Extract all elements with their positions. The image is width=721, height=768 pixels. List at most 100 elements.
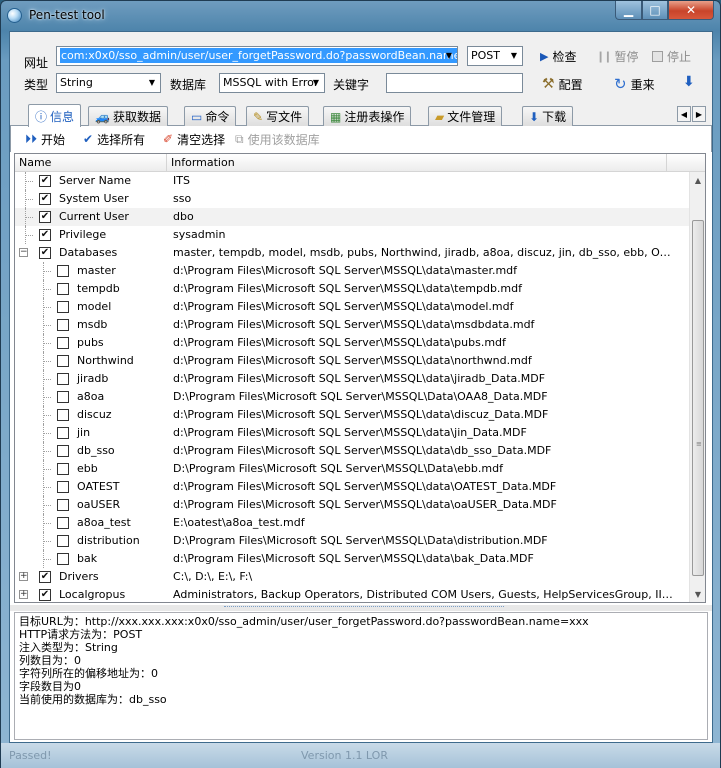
expand-icon[interactable]: + bbox=[19, 590, 28, 599]
table-row[interactable]: jiradb d:\Program Files\Microsoft SQL Ser… bbox=[15, 370, 689, 388]
collapse-icon[interactable]: − bbox=[19, 248, 28, 257]
table-row[interactable]: + Localgropus Administrators, Backup Opera… bbox=[15, 586, 689, 602]
table-row[interactable]: distribution D:\Program Files\Microsoft S… bbox=[15, 532, 689, 550]
tab-scroll-left[interactable]: ◀ bbox=[677, 106, 691, 122]
tab-fetch-data[interactable]: 🚙 获取数据 bbox=[88, 106, 168, 126]
table-row[interactable]: bak d:\Program Files\Microsoft SQL Server… bbox=[15, 550, 689, 568]
close-button[interactable]: ✕ bbox=[668, 1, 714, 20]
redo-button[interactable]: ↻ 重来 bbox=[614, 74, 655, 94]
table-row[interactable]: Northwind d:\Program Files\Microsoft SQL … bbox=[15, 352, 689, 370]
row-checkbox[interactable] bbox=[57, 553, 69, 565]
row-checkbox[interactable] bbox=[39, 247, 51, 259]
splitter[interactable] bbox=[10, 605, 712, 611]
row-checkbox[interactable] bbox=[39, 229, 51, 241]
row-checkbox[interactable] bbox=[57, 355, 69, 367]
check-label: 检查 bbox=[552, 49, 577, 64]
select-all-button[interactable]: ✔ 选择所有 bbox=[83, 130, 145, 148]
vertical-scrollbar[interactable]: ▲ ≡ ▼ bbox=[689, 172, 705, 602]
table-row[interactable]: msdb d:\Program Files\Microsoft SQL Serve… bbox=[15, 316, 689, 334]
row-checkbox[interactable] bbox=[57, 265, 69, 277]
row-name: Current User bbox=[59, 210, 129, 223]
scroll-down-button[interactable]: ▼ bbox=[690, 586, 705, 602]
table-row[interactable]: Current User dbo bbox=[15, 208, 689, 226]
row-name: model bbox=[77, 300, 112, 313]
row-checkbox[interactable] bbox=[57, 427, 69, 439]
row-checkbox[interactable] bbox=[57, 535, 69, 547]
type-select[interactable]: String ▼ bbox=[56, 73, 161, 93]
table-row[interactable]: a8oa_test E:\oatest\a8oa_test.mdf bbox=[15, 514, 689, 532]
tab-file-manager[interactable]: ▰ 文件管理 bbox=[428, 106, 503, 126]
pause-icon: ❙❙ bbox=[596, 49, 613, 63]
check-button[interactable]: ▶ 检查 bbox=[540, 46, 576, 66]
url-input[interactable]: com:x0x0/sso_admin/user/user_forgetPassw… bbox=[56, 46, 458, 66]
row-checkbox[interactable] bbox=[57, 409, 69, 421]
row-checkbox[interactable] bbox=[39, 211, 51, 223]
table-row[interactable]: tempdb d:\Program Files\Microsoft SQL Ser… bbox=[15, 280, 689, 298]
row-checkbox[interactable] bbox=[57, 499, 69, 511]
table-row[interactable]: Privilege sysadmin bbox=[15, 226, 689, 244]
table-row[interactable]: db_sso d:\Program Files\Microsoft SQL Ser… bbox=[15, 442, 689, 460]
row-checkbox[interactable] bbox=[57, 373, 69, 385]
log-output[interactable]: 目标URL为：http://xxx.xxx.xxx:x0x0/sso_admin… bbox=[14, 612, 708, 740]
chevron-down-icon[interactable]: ▼ bbox=[144, 74, 160, 92]
chevron-down-icon[interactable]: ▼ bbox=[506, 47, 522, 65]
row-checkbox[interactable] bbox=[57, 391, 69, 403]
table-row[interactable]: OATEST d:\Program Files\Microsoft SQL Ser… bbox=[15, 478, 689, 496]
row-checkbox[interactable] bbox=[57, 283, 69, 295]
tab-download[interactable]: ⬇ 下载 bbox=[522, 106, 574, 126]
start-button[interactable]: ⏵⏵ 开始 bbox=[25, 130, 65, 148]
row-checkbox[interactable] bbox=[57, 463, 69, 475]
log-line: 字段数目为0 bbox=[19, 680, 81, 693]
table-row[interactable]: − Databases master, tempdb, model, msdb, p… bbox=[15, 244, 689, 262]
scroll-thumb[interactable]: ≡ bbox=[692, 220, 704, 576]
table-row[interactable]: ebb D:\Program Files\Microsoft SQL Server… bbox=[15, 460, 689, 478]
row-checkbox[interactable] bbox=[39, 175, 51, 187]
row-checkbox[interactable] bbox=[57, 319, 69, 331]
expand-icon[interactable]: + bbox=[19, 572, 28, 581]
row-checkbox[interactable] bbox=[39, 571, 51, 583]
tab-write-file[interactable]: ✎ 写文件 bbox=[246, 106, 310, 126]
row-checkbox[interactable] bbox=[39, 193, 51, 205]
tab-command[interactable]: ▭ 命令 bbox=[184, 106, 237, 126]
row-checkbox[interactable] bbox=[39, 589, 51, 601]
tab-registry[interactable]: ▦ 注册表操作 bbox=[323, 106, 412, 126]
minimize-button[interactable]: ▁ bbox=[615, 1, 642, 20]
stop-icon bbox=[652, 50, 663, 62]
pause-button[interactable]: ❙❙ 暂停 bbox=[596, 46, 638, 66]
tree-rows: Server Name ITS System User sso Current User… bbox=[15, 172, 689, 602]
table-row[interactable]: + Drivers C:\, D:\, E:\, F:\ bbox=[15, 568, 689, 586]
chevron-down-icon[interactable]: ▼ bbox=[308, 74, 324, 92]
type-label: 类型 bbox=[24, 78, 49, 92]
download-arrow-icon[interactable]: ⬇ bbox=[683, 74, 695, 90]
db-select[interactable]: MSSQL with Error ▼ bbox=[219, 73, 325, 93]
chevron-down-icon[interactable]: ▼ bbox=[441, 47, 457, 65]
row-checkbox[interactable] bbox=[57, 517, 69, 529]
table-row[interactable]: jin d:\Program Files\Microsoft SQL Server… bbox=[15, 424, 689, 442]
table-row[interactable]: pubs d:\Program Files\Microsoft SQL Serve… bbox=[15, 334, 689, 352]
table-row[interactable]: master d:\Program Files\Microsoft SQL Ser… bbox=[15, 262, 689, 280]
table-row[interactable]: oaUSER d:\Program Files\Microsoft SQL Ser… bbox=[15, 496, 689, 514]
tab-info[interactable]: ⓘ 信息 bbox=[28, 104, 82, 127]
table-row[interactable]: discuz d:\Program Files\Microsoft SQL Ser… bbox=[15, 406, 689, 424]
row-checkbox[interactable] bbox=[57, 481, 69, 493]
row-checkbox[interactable] bbox=[57, 301, 69, 313]
column-header-name[interactable]: Name bbox=[15, 154, 167, 171]
keyword-input[interactable] bbox=[386, 73, 523, 93]
table-row[interactable]: a8oa D:\Program Files\Microsoft SQL Serve… bbox=[15, 388, 689, 406]
method-select[interactable]: POST ▼ bbox=[467, 46, 523, 66]
maximize-button[interactable]: □ bbox=[642, 1, 668, 20]
table-row[interactable]: model d:\Program Files\Microsoft SQL Serv… bbox=[15, 298, 689, 316]
clear-selection-button[interactable]: ✐ 清空选择 bbox=[163, 130, 225, 148]
config-button[interactable]: ⚒ 配置 bbox=[542, 74, 583, 94]
title-bar[interactable]: Pen-test tool ▁ □ ✕ bbox=[1, 1, 720, 31]
use-database-button[interactable]: ⧉ 使用该数据库 bbox=[235, 130, 320, 148]
column-header-information[interactable]: Information bbox=[167, 154, 667, 171]
table-row[interactable]: System User sso bbox=[15, 190, 689, 208]
row-checkbox[interactable] bbox=[57, 337, 69, 349]
tab-scroll-right[interactable]: ▶ bbox=[692, 106, 706, 122]
row-checkbox[interactable] bbox=[57, 445, 69, 457]
stop-button[interactable]: 停止 bbox=[652, 46, 691, 66]
scroll-up-button[interactable]: ▲ bbox=[690, 172, 705, 188]
log-line: 注入类型为：String bbox=[19, 641, 118, 654]
table-row[interactable]: Server Name ITS bbox=[15, 172, 689, 190]
